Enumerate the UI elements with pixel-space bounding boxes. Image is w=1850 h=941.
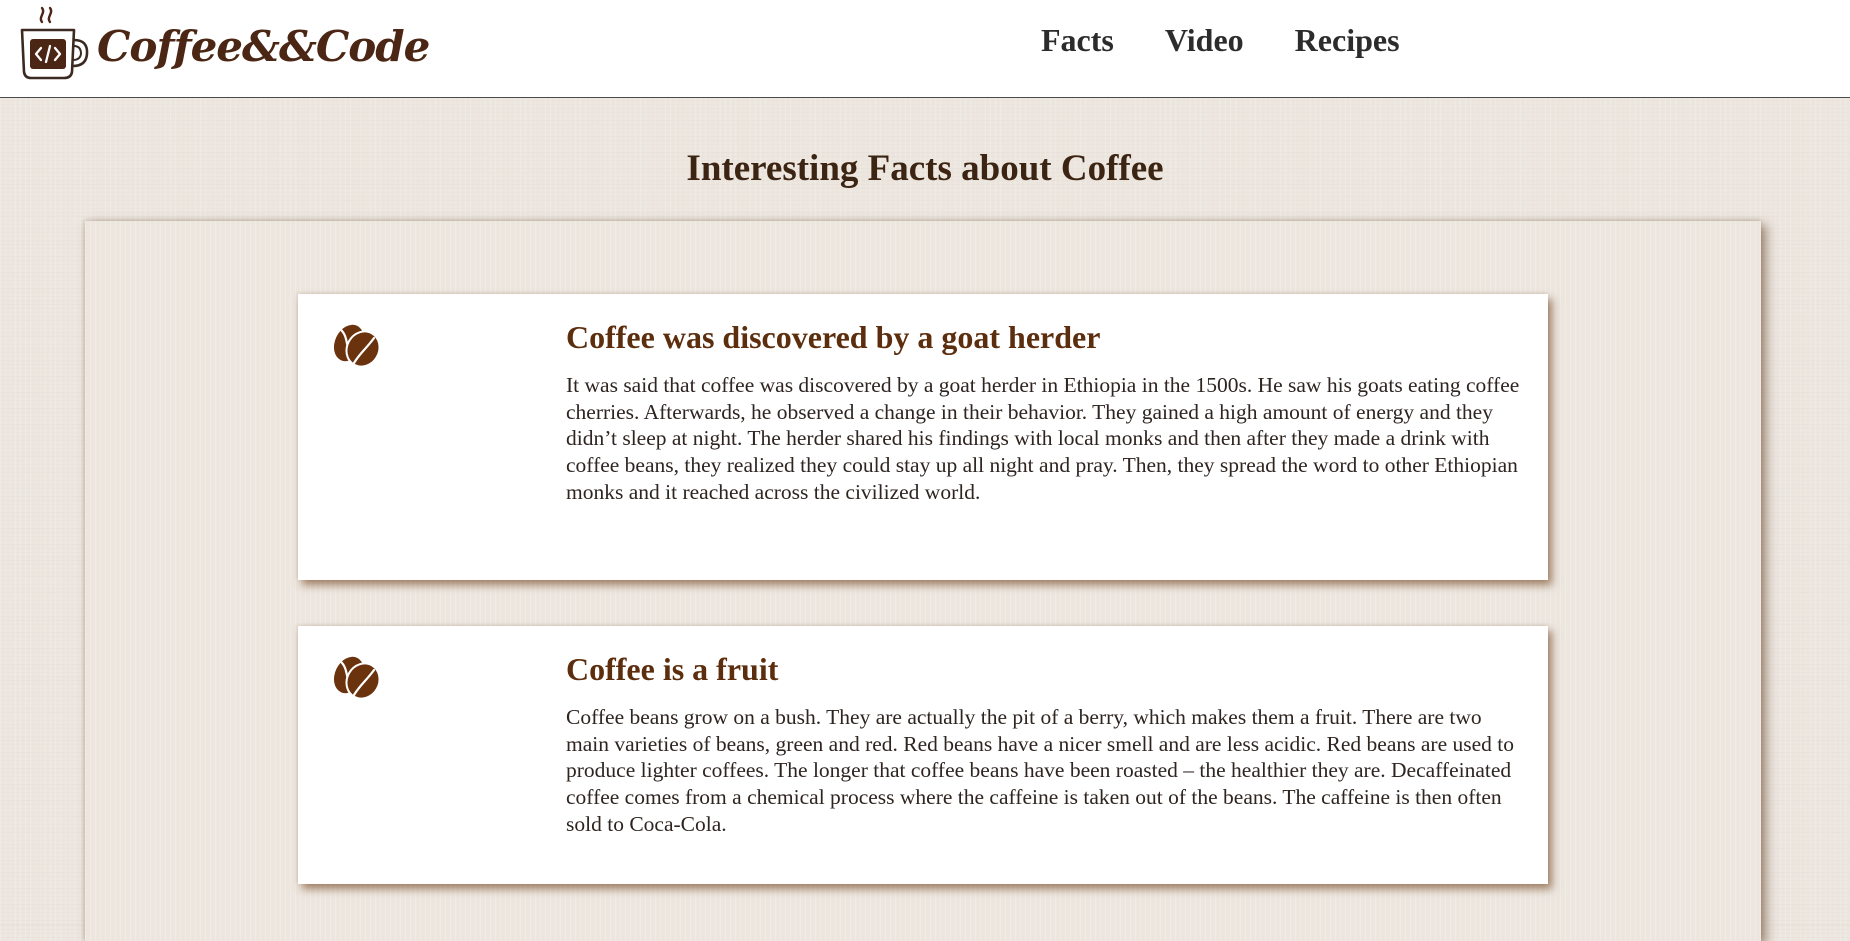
site-logo-text[interactable]: Coffee&&Code bbox=[97, 22, 430, 71]
coffee-bean-icon bbox=[333, 656, 381, 700]
coffee-bean-icon bbox=[333, 324, 381, 368]
site-header: Coffee&&Code Facts Video Recipes bbox=[0, 0, 1850, 98]
fact-card: Coffee is a fruit Coffee beans grow on a… bbox=[298, 626, 1548, 884]
nav-link-facts[interactable]: Facts bbox=[1041, 22, 1114, 59]
nav-link-recipes[interactable]: Recipes bbox=[1295, 22, 1400, 59]
fact-text: It was said that coffee was discovered b… bbox=[566, 373, 1520, 504]
main-nav: Facts Video Recipes bbox=[1041, 22, 1451, 59]
nav-link-video[interactable]: Video bbox=[1165, 22, 1244, 59]
fact-text: Coffee beans grow on a bush. They are ac… bbox=[566, 705, 1515, 836]
fact-title: Coffee was discovered by a goat herder bbox=[566, 319, 1101, 355]
coffee-mug-code-icon[interactable] bbox=[18, 6, 90, 82]
fact-title: Coffee is a fruit bbox=[566, 651, 779, 687]
fact-card: Coffee was discovered by a goat herder I… bbox=[298, 294, 1548, 580]
page-title: Interesting Facts about Coffee bbox=[686, 148, 1164, 189]
